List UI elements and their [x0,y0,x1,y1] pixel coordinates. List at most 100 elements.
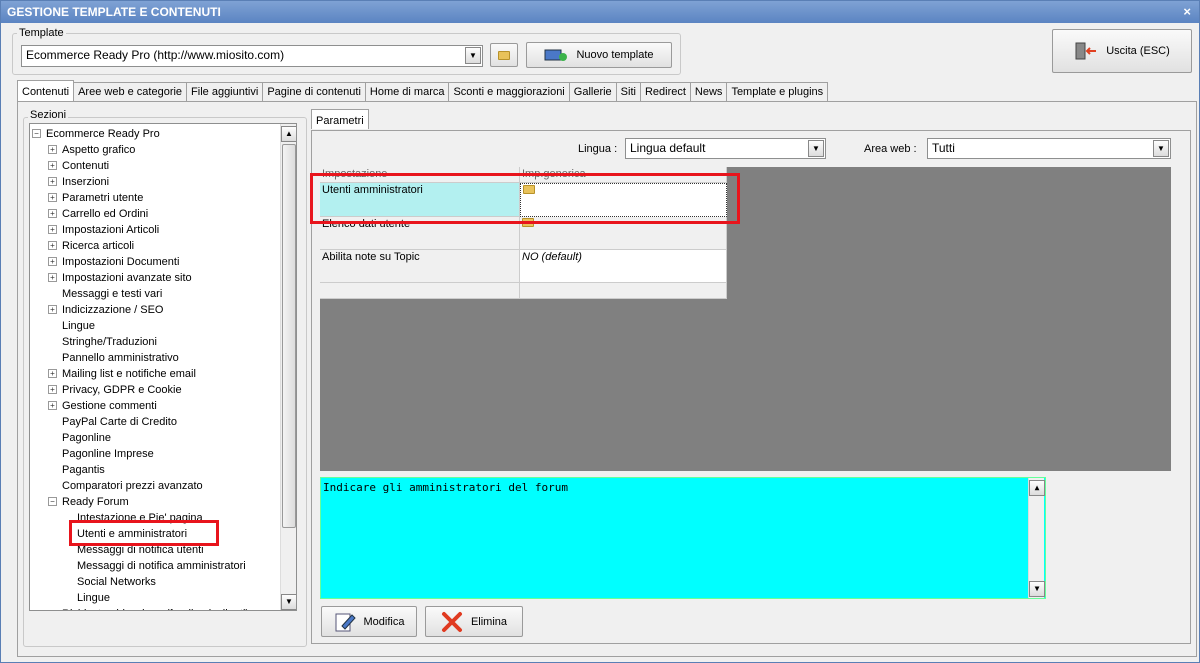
scroll-up-icon[interactable]: ▲ [281,126,296,142]
table-row-empty-value [520,283,727,299]
tree-item[interactable]: Inserzioni [62,174,109,190]
modifica-label: Modifica [363,615,405,628]
new-template-label: Nuovo template [576,49,654,61]
tree-item[interactable]: Aspetto grafico [62,142,135,158]
expand-icon[interactable]: + [48,241,57,250]
tree-item[interactable]: Contenuti [62,158,109,174]
tree-item[interactable]: Messaggi di notifica amministratori [77,558,246,574]
main-tabs: Contenuti Aree web e categorie File aggi… [17,80,829,102]
new-template-button[interactable]: Nuovo template [526,42,672,68]
tree-item[interactable]: Privacy, GDPR e Cookie [62,382,182,398]
area-web-value: Tutti [932,141,955,155]
tree-item[interactable]: Comparatori prezzi avanzato [62,478,203,494]
elimina-label: Elimina [470,615,508,628]
close-icon[interactable]: × [1183,1,1191,23]
chevron-down-icon[interactable]: ▼ [1153,140,1169,157]
collapse-icon[interactable]: − [32,129,41,138]
tab-template-plugins[interactable]: Template e plugins [726,82,829,101]
delete-x-icon [441,611,462,632]
tree-item[interactable]: Pagantis [62,462,105,478]
tree-item[interactable]: Richiesta ubicazione (feedback clienti) [62,606,249,610]
main-window: GESTIONE TEMPLATE E CONTENUTI × Template… [0,0,1200,663]
tab-siti[interactable]: Siti [615,82,641,101]
tab-file-aggiuntivi[interactable]: File aggiuntivi [186,82,264,101]
expand-icon[interactable]: + [48,273,57,282]
description-memo[interactable]: Indicare gli amministratori del forum ▲ … [320,477,1046,599]
table-row[interactable]: Abilita note su Topic [320,250,520,283]
tree-item[interactable]: Parametri utente [62,190,143,206]
tree-item[interactable]: Social Networks [77,574,156,590]
tab-aree-web[interactable]: Aree web e categorie [73,82,188,101]
tree-item[interactable]: Lingue [77,590,110,606]
scroll-thumb[interactable] [282,144,296,528]
tab-redirect[interactable]: Redirect [639,82,691,101]
modifica-button[interactable]: Modifica [321,606,417,637]
memo-scrollbar[interactable]: ▲ ▼ [1028,478,1045,598]
template-select[interactable]: Ecommerce Ready Pro (http://www.miosito.… [21,45,483,67]
exit-button[interactable]: Uscita (ESC) [1052,29,1192,73]
lingua-label: Lingua : [578,143,618,155]
tree-item[interactable]: Pagonline Imprese [62,446,154,462]
tree-item[interactable]: Indicizzazione / SEO [62,302,164,318]
area-web-select[interactable]: Tutti ▼ [927,138,1171,159]
tree-item[interactable]: Impostazioni avanzate sito [62,270,192,286]
memo-text: Indicare gli amministratori del forum [323,481,569,494]
tree-item[interactable]: PayPal Carte di Credito [62,414,177,430]
chevron-down-icon[interactable]: ▼ [808,140,824,157]
tree-item[interactable]: Ricerca articoli [62,238,134,254]
table-row-value[interactable]: NO (default) [520,250,727,283]
expand-icon[interactable]: + [48,385,57,394]
tree-item[interactable]: Gestione commenti [62,398,157,414]
tree-item[interactable]: Stringhe/Traduzioni [62,334,157,350]
expand-icon[interactable]: + [48,209,57,218]
table-row-empty [320,283,520,299]
tree-item[interactable]: Impostazioni Articoli [62,222,159,238]
tree-item[interactable]: Pagonline [62,430,111,446]
tab-gallerie[interactable]: Gallerie [568,82,617,101]
expand-icon[interactable]: + [48,257,57,266]
lingua-value: Lingua default [630,141,706,155]
tree-item[interactable]: Mailing list e notifiche email [62,366,196,382]
expand-icon[interactable]: + [48,225,57,234]
lingua-select[interactable]: Lingua default ▼ [625,138,826,159]
expand-icon[interactable]: + [48,145,57,154]
tab-pagine-contenuti[interactable]: Pagine di contenuti [262,82,366,101]
expand-icon[interactable]: + [48,193,57,202]
tree-item[interactable]: Ecommerce Ready Pro [46,126,160,142]
scroll-down-icon[interactable]: ▼ [1029,581,1045,597]
scroll-down-icon[interactable]: ▼ [281,594,296,610]
expand-icon[interactable]: + [48,401,57,410]
tree-item[interactable]: Ready Forum [62,494,129,510]
add-template-icon [544,49,568,61]
expand-icon[interactable]: + [48,161,57,170]
scroll-up-icon[interactable]: ▲ [1029,480,1045,496]
title-bar: GESTIONE TEMPLATE E CONTENUTI × [1,1,1199,23]
sections-label: Sezioni [28,109,69,121]
collapse-icon[interactable]: − [48,497,57,506]
tree-item[interactable]: Carrello ed Ordini [62,206,148,222]
tree-item[interactable]: Lingue [62,318,95,334]
expand-icon[interactable]: + [48,369,57,378]
tab-sconti[interactable]: Sconti e maggiorazioni [448,82,570,101]
tree-item[interactable]: Impostazioni Documenti [62,254,179,270]
grid-highlight-box [310,173,740,224]
tab-contenuti[interactable]: Contenuti [17,80,75,101]
chevron-down-icon[interactable]: ▼ [465,47,481,64]
tree-scrollbar[interactable]: ▲ ▼ [280,124,296,610]
area-web-label: Area web : [864,143,917,155]
template-group-label: Template [17,27,66,39]
tab-home-marca[interactable]: Home di marca [364,82,450,101]
template-select-value: Ecommerce Ready Pro (http://www.miosito.… [26,48,285,62]
expand-icon[interactable]: + [48,305,57,314]
folder-icon [498,50,510,60]
window-title: GESTIONE TEMPLATE E CONTENUTI [7,5,221,19]
exit-label: Uscita (ESC) [1106,45,1170,57]
tree-item[interactable]: Messaggi e testi vari [62,286,162,302]
tab-news[interactable]: News [689,82,728,101]
edit-icon [335,613,356,631]
open-folder-button[interactable] [490,43,518,67]
tree-item[interactable]: Pannello amministrativo [62,350,179,366]
tab-parametri[interactable]: Parametri [311,109,369,129]
elimina-button[interactable]: Elimina [425,606,523,637]
expand-icon[interactable]: + [48,177,57,186]
